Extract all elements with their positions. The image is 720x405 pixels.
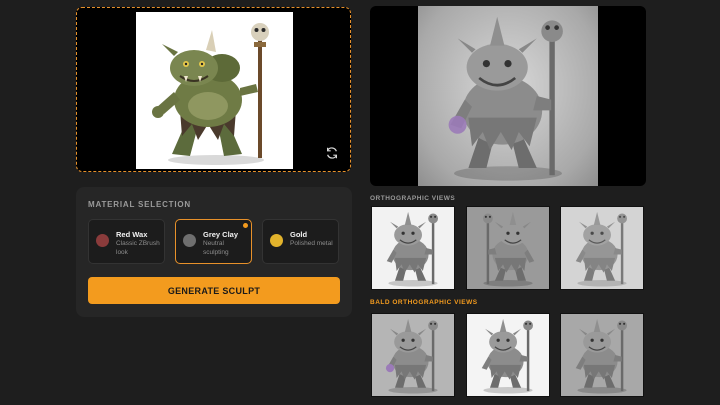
material-option-red-wax[interactable]: Red Wax Classic ZBrush look: [88, 219, 165, 264]
sculpt-3d-viewport[interactable]: [370, 6, 646, 186]
ortho-view-front[interactable]: [371, 206, 455, 290]
material-description: Neutral sculpting: [203, 240, 229, 256]
refresh-button[interactable]: [324, 145, 340, 161]
image-upload-panel[interactable]: [76, 7, 351, 172]
orthographic-views-title: ORTHOGRAPHIC VIEWS: [370, 195, 456, 202]
generate-sculpt-button[interactable]: GENERATE SCULPT: [88, 277, 340, 304]
ortho-view-back[interactable]: [560, 206, 644, 290]
uploaded-concept-image: [136, 12, 293, 169]
selected-indicator-dot: [243, 223, 248, 228]
material-name: Gold: [290, 230, 308, 239]
bald-orthographic-views-title: BALD ORTHOGRAPHIC VIEWS: [370, 299, 478, 306]
bald-ortho-view-back[interactable]: [560, 313, 644, 397]
sculpt-render: [418, 6, 598, 186]
material-selection-panel: MATERIAL SELECTION Red Wax Classic ZBrus…: [76, 187, 352, 317]
bald-ortho-view-side[interactable]: [466, 313, 550, 397]
refresh-icon: [327, 147, 337, 159]
material-selection-title: MATERIAL SELECTION: [88, 200, 191, 209]
material-option-grey-clay[interactable]: Grey Clay Neutral sculpting: [175, 219, 252, 264]
grey-clay-swatch: [183, 234, 196, 247]
material-description: Classic ZBrush look: [116, 240, 160, 256]
bald-ortho-view-front[interactable]: [371, 313, 455, 397]
material-name: Grey Clay: [203, 230, 239, 239]
red-wax-swatch: [96, 234, 109, 247]
material-description: Polished metal: [290, 240, 333, 247]
material-option-gold[interactable]: Gold Polished metal: [262, 219, 339, 264]
ortho-view-side[interactable]: [466, 206, 550, 290]
gold-swatch: [270, 234, 283, 247]
material-name: Red Wax: [116, 230, 148, 239]
